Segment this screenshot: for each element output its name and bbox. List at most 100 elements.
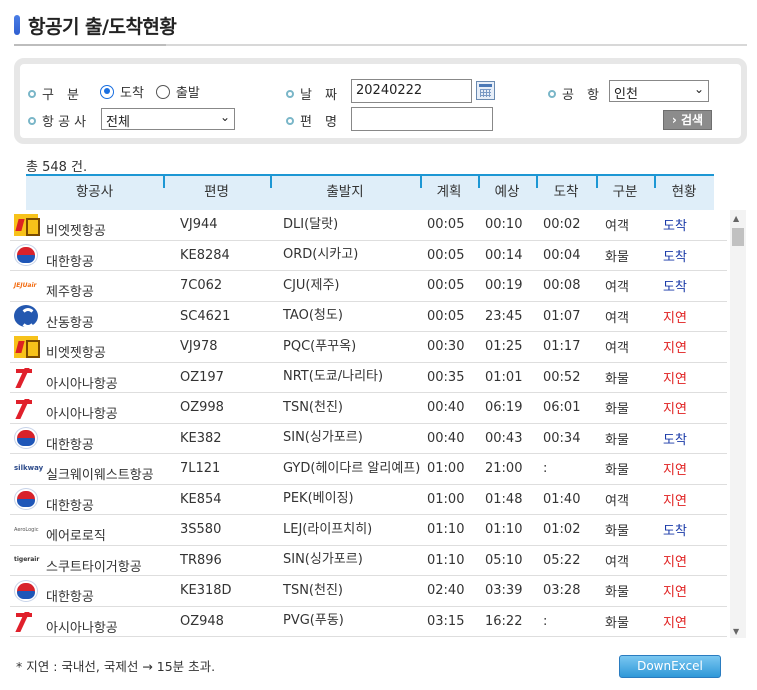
arrival-time: 03:28 [543, 583, 581, 599]
estimated-time: 23:45 [485, 308, 523, 324]
flight-number: VJ944 [180, 217, 218, 233]
planned-time: 02:40 [427, 583, 465, 599]
table-row: 아시아나항공 OZ197 NRT(도쿄/나리타) 00:35 01:01 00:52 화물 지… [10, 363, 727, 393]
airline-cell: 아시아나항공 [14, 607, 166, 637]
flight-input[interactable] [351, 107, 493, 131]
airline-select[interactable]: 전체 ⌄ [101, 108, 235, 130]
col-plan: 계획 [420, 176, 478, 210]
bullet-icon [286, 90, 294, 98]
airline-cell: 실크웨이웨스트항공 [14, 454, 166, 484]
origin: CJU(제주) [283, 277, 340, 293]
airline-label: 항 공 사 [28, 111, 86, 130]
flight-type: 여객 [605, 310, 629, 326]
airline-name: 에어로로직 [46, 529, 106, 545]
planned-time: 00:05 [427, 278, 465, 294]
estimated-time: 01:48 [485, 491, 523, 507]
status-badge: 지연 [663, 463, 687, 479]
table-row: 스쿠트타이거항공 TR896 SIN(싱가포르) 01:10 05:10 05:22 여객 지… [10, 546, 727, 576]
result-count: 총 548 건. [26, 160, 88, 175]
radio-arrival-label[interactable]: 도착 [120, 82, 144, 101]
scroll-down-icon[interactable]: ▼ [733, 627, 739, 636]
origin: DLI(달랏) [283, 216, 339, 232]
col-status: 현황 [654, 176, 714, 210]
planned-time: 00:35 [427, 369, 465, 385]
origin: LEJ(라이프치히) [283, 521, 373, 537]
status-badge: 도착 [663, 249, 687, 265]
airline-logo-icon [14, 610, 38, 632]
flight-type: 여객 [605, 280, 629, 296]
flight-type: 여객 [605, 219, 629, 235]
date-input[interactable]: 20240222 [351, 79, 472, 103]
status-badge: 지연 [663, 554, 687, 570]
table-row: 아시아나항공 OZ948 PVG(푸동) 03:15 16:22: 화물 지연 [10, 607, 727, 637]
origin: TSN(천진) [283, 399, 343, 415]
flight-number: 7L121 [180, 461, 221, 477]
airport-label: 공 항 [548, 84, 599, 103]
airline-logo-icon [14, 305, 38, 329]
airline-cell: 산동항공 [14, 302, 166, 332]
arrival-time: 01:07 [543, 308, 581, 324]
col-est: 예상 [478, 176, 536, 210]
bullet-icon [548, 90, 556, 98]
airline-logo-icon [14, 519, 38, 541]
airline-name: 아시아나항공 [46, 407, 118, 423]
planned-time: 00:40 [427, 430, 465, 446]
calendar-icon[interactable] [476, 81, 495, 100]
search-button[interactable]: › 검색 [663, 110, 712, 130]
flight-number: KE8284 [180, 247, 230, 263]
airline-name: 대한항공 [46, 498, 94, 514]
radio-departure-label[interactable]: 출발 [176, 82, 200, 101]
type-radio-group: 도착 출발 [100, 82, 200, 101]
estimated-time: 16:22 [485, 613, 523, 629]
table-row: 비엣젯항공 VJ978 PQC(푸꾸옥) 00:30 01:25 01:17 여객 지연 [10, 332, 727, 363]
flight-type: 여객 [605, 554, 629, 570]
radio-arrival[interactable] [100, 84, 114, 99]
origin: TSN(천진) [283, 582, 343, 598]
airline-cell: 제주항공 [14, 271, 166, 301]
flight-label: 편 명 [286, 111, 337, 130]
airline-logo-icon [14, 366, 38, 388]
flight-table-body: 비엣젯항공 VJ944 DLI(달랏) 00:05 00:10 00:02 여객 도착 대한항공… [10, 210, 727, 638]
airline-name: 제주항공 [46, 285, 94, 301]
airline-name: 비엣젯항공 [46, 224, 106, 240]
page-header: 항공기 출/도착현황 [14, 10, 747, 46]
estimated-time: 01:10 [485, 522, 523, 538]
airline-logo-icon [14, 335, 40, 358]
scroll-up-icon[interactable]: ▲ [733, 214, 739, 223]
flight-type: 화물 [605, 615, 629, 631]
airline-cell: 에어로로직 [14, 515, 166, 545]
arrival-time: 00:34 [543, 430, 581, 446]
airline-logo-icon [14, 549, 39, 571]
delay-note: * 지연 : 국내선, 국제선 → 15분 초과. [16, 659, 216, 674]
page-title: 항공기 출/도착현황 [28, 16, 177, 38]
airline-name: 대한항공 [46, 437, 94, 453]
table-row: 대한항공 KE854 PEK(베이징) 01:00 01:48 01:40 여객 지연 [10, 485, 727, 515]
type-label: 구 분 [28, 84, 79, 103]
flight-number: 7C062 [180, 278, 223, 294]
airline-logo-icon [14, 213, 40, 236]
origin: SIN(싱가포르) [283, 552, 363, 568]
table-scrollbar[interactable]: ▲ ▼ [730, 210, 746, 638]
scroll-thumb[interactable] [732, 228, 744, 246]
date-label: 날 짜 [286, 84, 337, 103]
estimated-time: 01:01 [485, 369, 523, 385]
arrival-time: 00:52 [543, 369, 581, 385]
flight-type: 여객 [605, 493, 629, 509]
flight-number: OZ948 [180, 613, 224, 629]
bullet-icon [28, 117, 36, 125]
origin: GYD(헤이다르 알리예프) [283, 460, 421, 476]
flight-type: 화물 [605, 585, 629, 601]
planned-time: 01:10 [427, 522, 465, 538]
origin: TAO(청도) [283, 308, 343, 324]
airline-name: 대한항공 [46, 590, 94, 606]
status-badge: 지연 [663, 615, 687, 631]
status-badge: 도착 [663, 280, 687, 296]
planned-time: 01:00 [427, 461, 465, 477]
airport-select[interactable]: 인천 ⌄ [609, 80, 709, 102]
flight-number: KE382 [180, 430, 222, 446]
download-excel-button[interactable]: DownExcel [619, 655, 721, 678]
airline-cell: 비엣젯항공 [14, 210, 166, 240]
planned-time: 00:40 [427, 400, 465, 416]
col-flight: 편명 [163, 176, 270, 210]
radio-departure[interactable] [155, 84, 170, 99]
